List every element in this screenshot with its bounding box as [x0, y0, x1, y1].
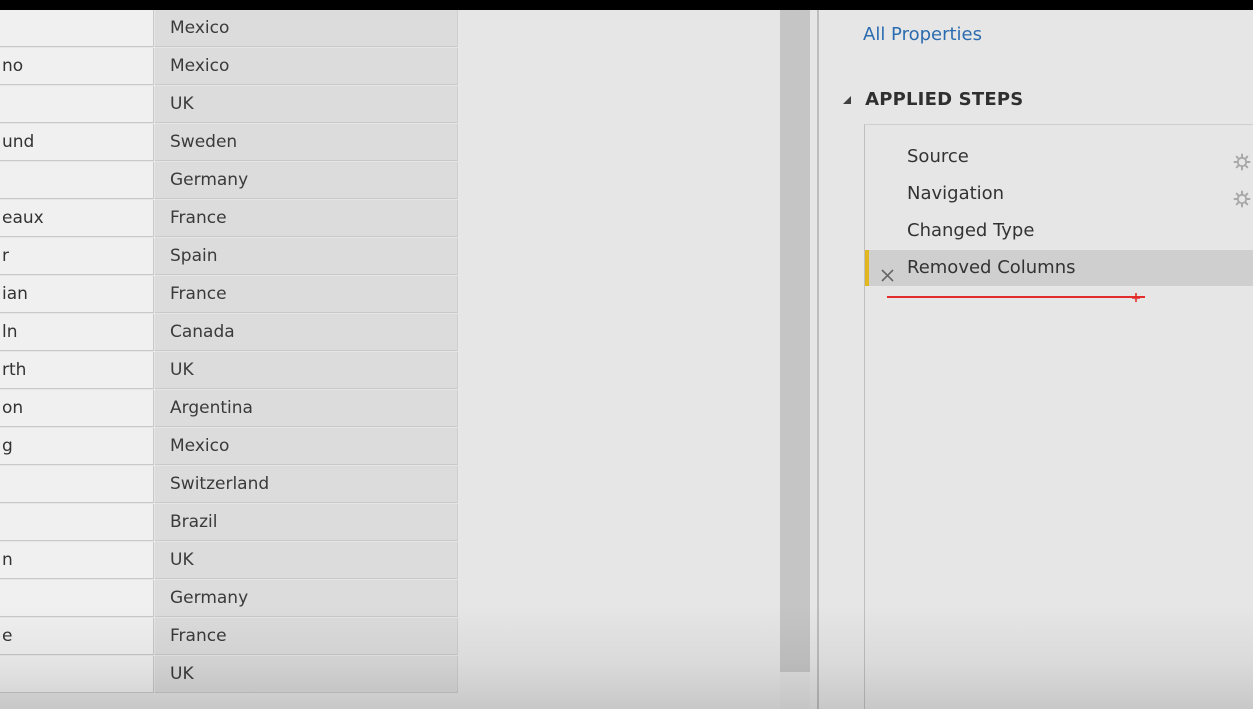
table-row: on Argentina — [0, 390, 460, 428]
table-cell-country[interactable]: Mexico — [155, 48, 458, 85]
table-row: ln Canada — [0, 314, 460, 352]
table-cell[interactable]: ian — [0, 276, 154, 313]
table-cell-country[interactable]: Germany — [155, 580, 458, 617]
table-cell-country[interactable]: UK — [155, 352, 458, 389]
step-label: Source — [907, 146, 969, 167]
data-preview-grid: Mexico no Mexico UK und Sweden Germany e… — [0, 10, 460, 709]
x-icon[interactable] — [880, 260, 895, 296]
table-cell-country[interactable]: UK — [155, 542, 458, 579]
step-label: Navigation — [907, 183, 1005, 204]
table-cell-country[interactable]: UK — [155, 656, 458, 693]
table-cell[interactable]: und — [0, 124, 154, 161]
table-cell-country[interactable]: Brazil — [155, 504, 458, 541]
table-cell[interactable]: no — [0, 48, 154, 85]
table-cell[interactable] — [0, 10, 154, 47]
table-cell[interactable] — [0, 466, 154, 503]
table-row: rth UK — [0, 352, 460, 390]
table-row: eaux France — [0, 200, 460, 238]
table-cell-country[interactable]: Sweden — [155, 124, 458, 161]
table-cell-country[interactable]: France — [155, 276, 458, 313]
table-row: no Mexico — [0, 48, 460, 86]
applied-steps-title: APPLIED STEPS — [865, 89, 1024, 110]
table-cell[interactable]: on — [0, 390, 154, 427]
table-cell[interactable] — [0, 86, 154, 123]
table-row: Switzerland — [0, 466, 460, 504]
table-row: r Spain — [0, 238, 460, 276]
table-cell-country[interactable]: Switzerland — [155, 466, 458, 503]
step-removed-columns[interactable]: Removed Columns — [865, 250, 1253, 286]
table-row: Brazil — [0, 504, 460, 542]
table-cell-country[interactable]: UK — [155, 86, 458, 123]
table-cell[interactable]: e — [0, 618, 154, 655]
table-cell[interactable] — [0, 580, 154, 617]
table-cell[interactable]: n — [0, 542, 154, 579]
vertical-scrollbar-thumb[interactable] — [780, 10, 810, 672]
table-cell[interactable] — [0, 504, 154, 541]
table-cell[interactable]: r — [0, 238, 154, 275]
table-row: Mexico — [0, 10, 460, 48]
table-row: e France — [0, 618, 460, 656]
table-row: g Mexico — [0, 428, 460, 466]
annotation-underline — [887, 296, 1145, 298]
step-navigation[interactable]: Navigation — [865, 176, 1253, 212]
power-query-editor: Mexico no Mexico UK und Sweden Germany e… — [0, 10, 1253, 709]
triangle-down-icon[interactable] — [842, 90, 852, 109]
table-cell-country[interactable]: Argentina — [155, 390, 458, 427]
table-cell-country[interactable]: France — [155, 200, 458, 237]
applied-steps-header[interactable]: APPLIED STEPS — [842, 89, 1023, 113]
table-cell[interactable]: eaux — [0, 200, 154, 237]
table-row: UK — [0, 656, 460, 694]
table-row: ian France — [0, 276, 460, 314]
pane-divider[interactable] — [817, 10, 819, 709]
table-cell-country[interactable]: Canada — [155, 314, 458, 351]
table-cell[interactable]: ln — [0, 314, 154, 351]
applied-steps-list: Source Navigation Changed Type Removed C… — [864, 124, 1253, 709]
table-row: Germany — [0, 580, 460, 618]
step-changed-type[interactable]: Changed Type — [865, 213, 1253, 249]
table-row: n UK — [0, 542, 460, 580]
all-properties-link[interactable]: All Properties — [863, 24, 982, 45]
table-cell-country[interactable]: Mexico — [155, 428, 458, 465]
table-cell[interactable]: rth — [0, 352, 154, 389]
table-row: und Sweden — [0, 124, 460, 162]
table-cell[interactable]: g — [0, 428, 154, 465]
step-label: Removed Columns — [907, 257, 1076, 278]
step-label: Changed Type — [907, 220, 1035, 241]
table-cell-country[interactable]: Mexico — [155, 10, 458, 47]
step-source[interactable]: Source — [865, 139, 1253, 175]
table-cell[interactable] — [0, 656, 154, 693]
table-row: UK — [0, 86, 460, 124]
table-cell-country[interactable]: France — [155, 618, 458, 655]
table-cell-country[interactable]: Germany — [155, 162, 458, 199]
table-cell[interactable] — [0, 162, 154, 199]
table-cell-country[interactable]: Spain — [155, 238, 458, 275]
annotation-mark — [1131, 288, 1141, 302]
table-row: Germany — [0, 162, 460, 200]
